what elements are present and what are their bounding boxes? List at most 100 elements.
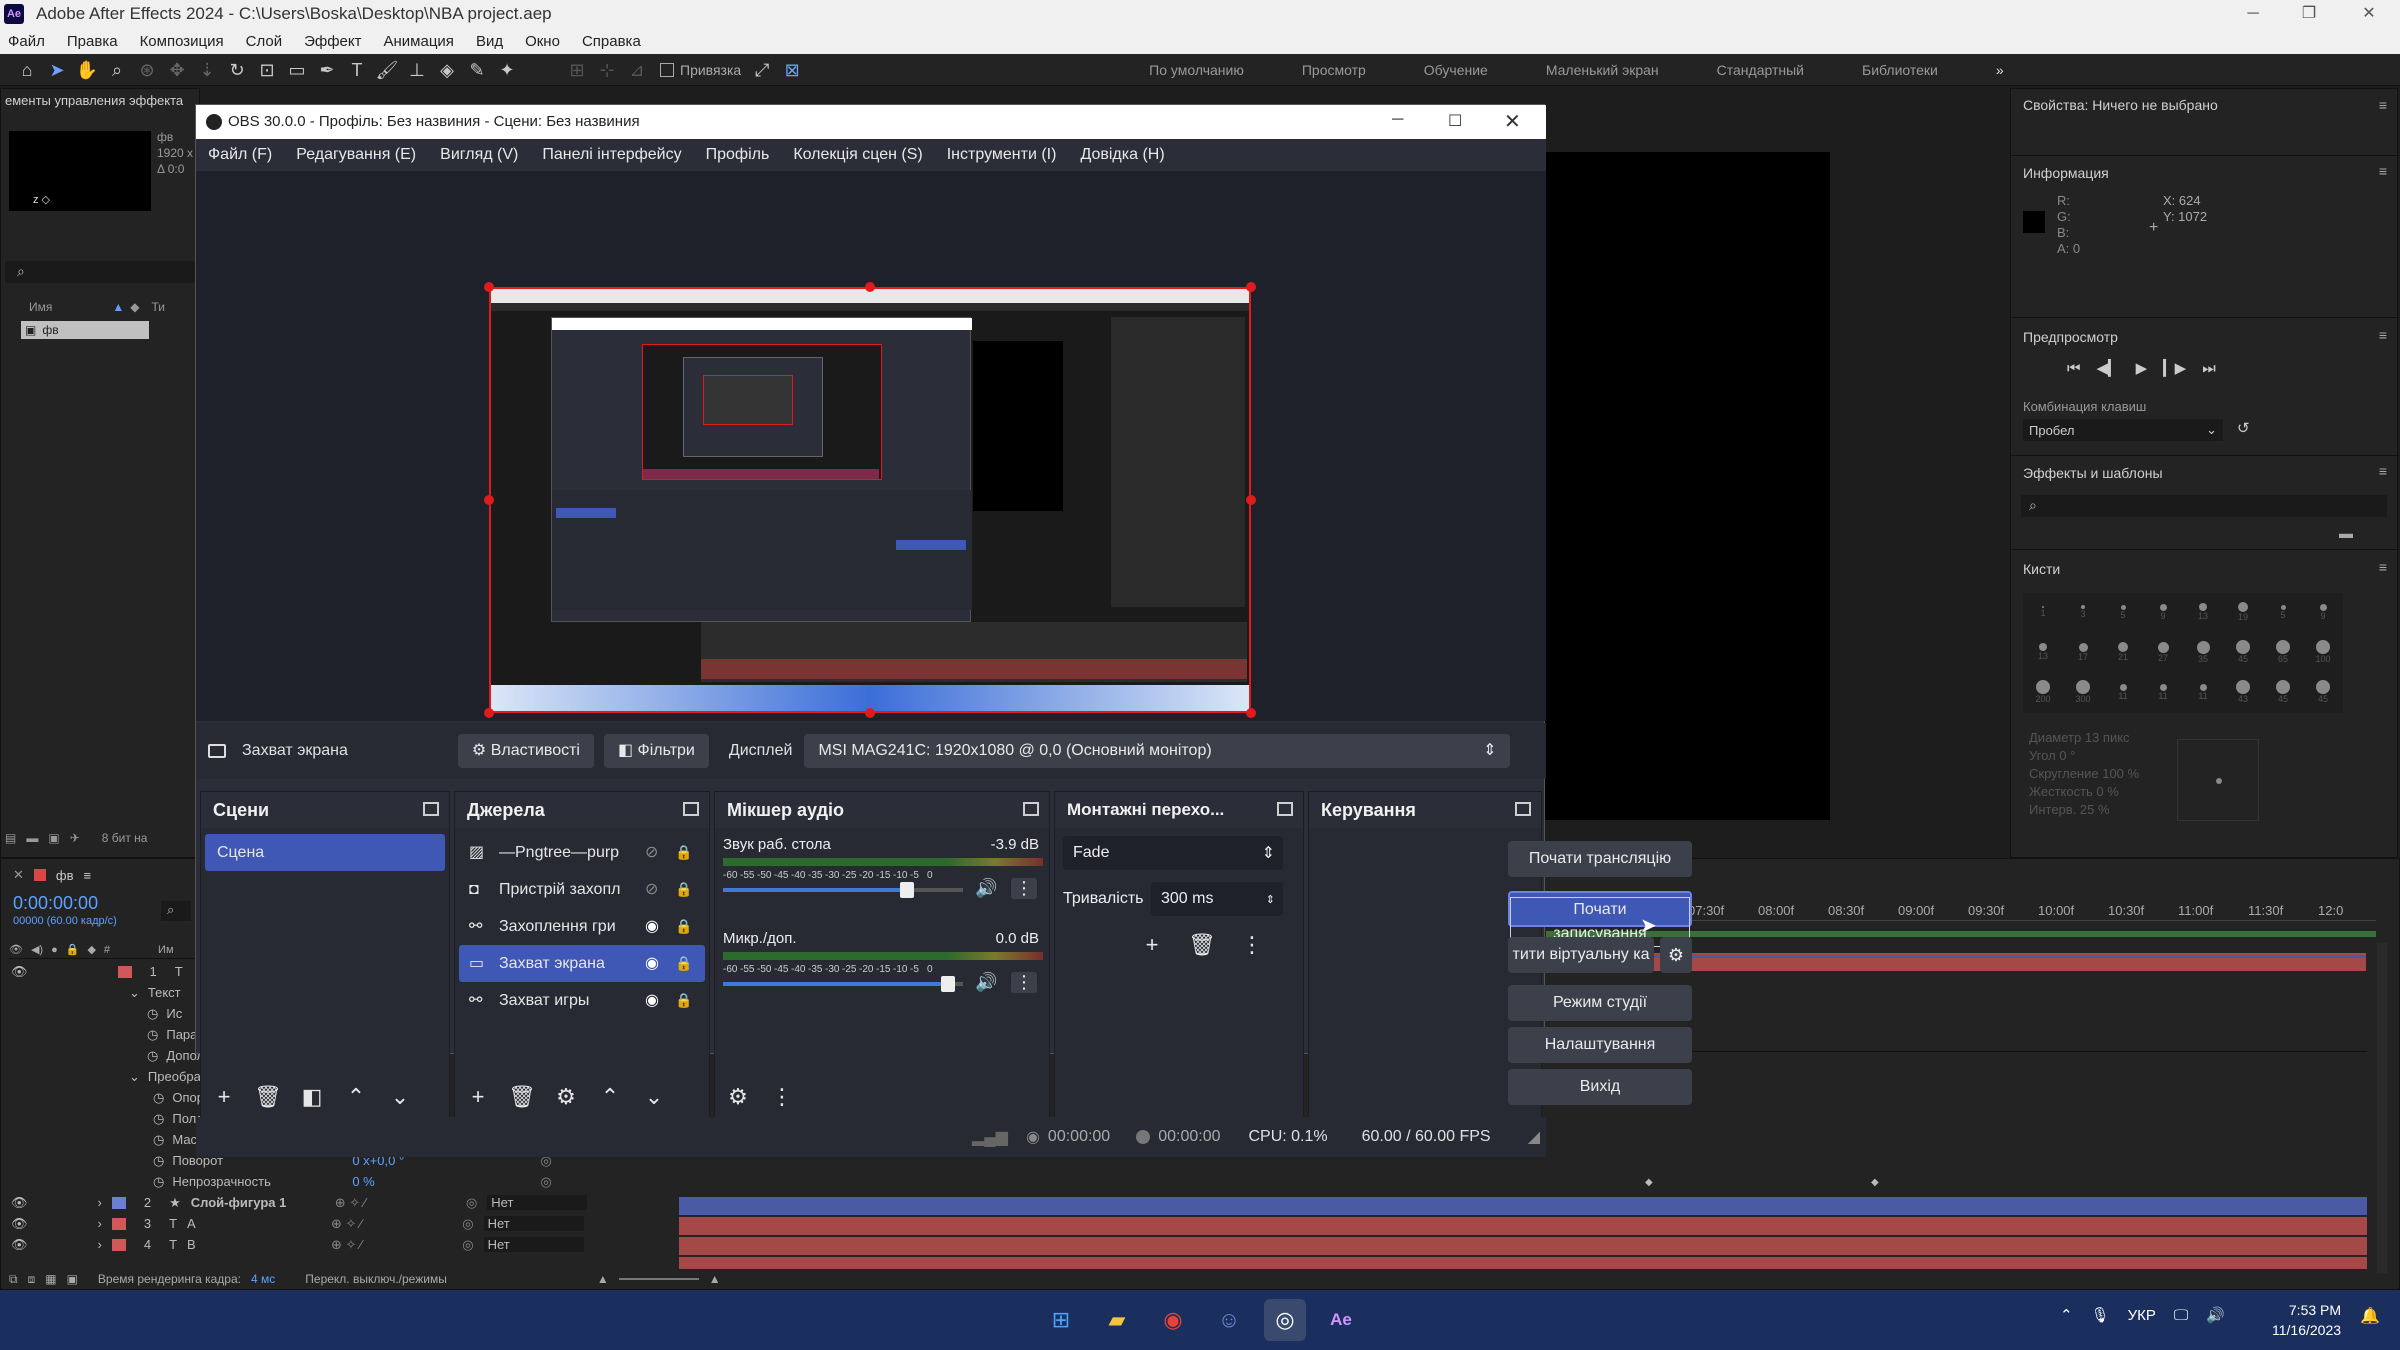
parent-pickwhip-icon[interactable]: ◎	[462, 1237, 473, 1253]
render-icon[interactable]: ✈	[70, 831, 80, 845]
menu-edit[interactable]: Правка	[67, 33, 118, 50]
source-item[interactable]: ▨ —Pngtree—purp ⊘ 🔒	[459, 834, 705, 871]
clock[interactable]: 7:53 PM 11/16/2023	[2272, 1300, 2341, 1340]
project-item[interactable]: ▣ фв	[21, 321, 149, 339]
parent-select[interactable]: Нет	[483, 1216, 584, 1231]
volume-slider-handle[interactable]	[900, 882, 915, 898]
source-item[interactable]: ⚯ Захват игры ◉ 🔒	[459, 982, 705, 1019]
keyframe-icon[interactable]: ◆	[1645, 1177, 1653, 1188]
bit-depth[interactable]: 8 бит на	[102, 831, 148, 845]
brushes-menu-icon[interactable]: ≡	[2379, 559, 2387, 575]
label-color[interactable]	[111, 1238, 126, 1251]
discord-icon[interactable]: ☺	[1208, 1299, 1250, 1341]
layer-row[interactable]: 👁 › 4 T B ⊕ ✧ ∕ ◎ Нет	[1, 1234, 681, 1255]
label-color[interactable]	[117, 965, 132, 978]
eraser-tool-icon[interactable]: ◈	[434, 57, 460, 83]
brush-preset[interactable]: 11	[2103, 673, 2143, 713]
brush-preset[interactable]: 45	[2263, 673, 2303, 713]
layer-5-track[interactable]	[679, 1257, 2367, 1269]
stopwatch-icon[interactable]: ◷	[147, 1006, 158, 1022]
parent-select[interactable]: Нет	[483, 1237, 584, 1252]
menu-animation[interactable]: Анимация	[384, 33, 454, 50]
brush-preset[interactable]: 13	[2023, 633, 2063, 673]
source-item[interactable]: ⚯ Захоплення гри ◉ 🔒	[459, 908, 705, 945]
first-frame-icon[interactable]: ⏮	[2067, 360, 2081, 377]
obs-menu-edit[interactable]: Редагування (E)	[294, 142, 418, 168]
resize-handle[interactable]	[1246, 708, 1256, 718]
workspace-standard[interactable]: Стандартный	[1717, 62, 1804, 78]
move-up-icon[interactable]: ⌃	[593, 1080, 627, 1114]
start-icon[interactable]: ⊞	[1040, 1299, 1082, 1341]
move-up-icon[interactable]: ⌃	[339, 1080, 373, 1114]
obs-menu-tools[interactable]: Інструменти (I)	[945, 142, 1059, 168]
brush-preset[interactable]: 11	[2143, 673, 2183, 713]
settings-button[interactable]: Налаштування	[1508, 1027, 1692, 1063]
layer-3-track[interactable]	[679, 1217, 2367, 1235]
parent-pickwhip-icon[interactable]: ◎	[462, 1216, 473, 1232]
comp-tab[interactable]: ✕ фв ≡	[13, 867, 91, 883]
menu-composition[interactable]: Композиция	[140, 33, 224, 50]
workspace-review[interactable]: Просмотр	[1302, 62, 1366, 78]
menu-window[interactable]: Окно	[525, 33, 560, 50]
brush-preset[interactable]: 19	[2223, 593, 2263, 633]
volume-icon[interactable]: 🔊	[2206, 1306, 2225, 1324]
parent-pickwhip-icon[interactable]: ◎	[466, 1195, 477, 1211]
menu-effect[interactable]: Эффект	[304, 33, 361, 50]
snap-grid-icon[interactable]: ⊠	[779, 57, 805, 83]
chrome-icon[interactable]: ◉	[1152, 1299, 1194, 1341]
layer-row[interactable]: 👁 › 3 T A ⊕ ✧ ∕ ◎ Нет	[1, 1213, 681, 1234]
layer-name[interactable]: A	[187, 1216, 317, 1231]
lock-icon[interactable]: 🔒	[675, 834, 692, 871]
obs-preview[interactable]	[196, 171, 1546, 721]
workspace-learn[interactable]: Обучение	[1424, 62, 1488, 78]
close-icon[interactable]: ✕	[2346, 0, 2392, 28]
selection-tool-icon[interactable]: ➤	[44, 57, 70, 83]
brush-preset[interactable]: 5	[2103, 593, 2143, 633]
zoom-in-icon[interactable]: ▲	[709, 1272, 721, 1286]
disclosure-icon[interactable]: ⌄	[129, 985, 140, 1001]
undock-icon[interactable]	[1515, 802, 1531, 816]
roto-tool-icon[interactable]: ✎	[464, 57, 490, 83]
tray-overflow-icon[interactable]: ⌃	[2060, 1306, 2073, 1324]
source-item[interactable]: ▭ Захват экрана ◉ 🔒	[459, 945, 705, 982]
stopwatch-icon[interactable]: ◷	[153, 1090, 164, 1106]
resize-handle[interactable]	[865, 708, 875, 718]
obs-menu-docks[interactable]: Панелі інтерфейсу	[540, 142, 683, 168]
eye-icon[interactable]: ◉	[645, 908, 659, 945]
minimize-icon[interactable]: ─	[2230, 0, 2276, 28]
brush-preset[interactable]: 100	[2303, 633, 2343, 673]
new-folder-icon[interactable]: ▬	[26, 831, 38, 845]
volume-slider[interactable]	[723, 882, 963, 898]
channel-menu-icon[interactable]: ⋮	[1011, 972, 1037, 993]
preview-menu-icon[interactable]: ≡	[2379, 327, 2387, 343]
new-preset-icon[interactable]: ▬	[2339, 525, 2353, 541]
eye-icon[interactable]: ◉	[645, 945, 659, 982]
stopwatch-icon[interactable]: ◷	[147, 1027, 158, 1043]
new-comp-icon[interactable]: ▣	[48, 831, 59, 845]
solo-icon[interactable]: ●	[51, 944, 58, 956]
filters-button[interactable]: ◧ Фільтри	[603, 734, 709, 768]
speaker-icon[interactable]: 🔊	[975, 878, 997, 899]
start-recording-button[interactable]: Почати записування	[1508, 891, 1692, 947]
resize-handle[interactable]	[1246, 495, 1256, 505]
zoom-slider[interactable]	[618, 1278, 699, 1280]
undock-icon[interactable]	[1023, 802, 1039, 816]
lock-icon[interactable]: 🔒	[66, 943, 80, 956]
stopwatch-icon[interactable]: ◷	[147, 1048, 158, 1064]
exit-button[interactable]: Вихід	[1508, 1069, 1692, 1105]
network-icon[interactable]: 🖵	[2174, 1307, 2188, 1324]
brush-preset[interactable]: 45	[2303, 673, 2343, 713]
menu-file[interactable]: Файл	[8, 33, 45, 50]
remove-transition-icon[interactable]: 🗑	[1185, 928, 1219, 962]
display-select[interactable]: MSI MAG241C: 1920x1080 @ 0,0 (Основний м…	[804, 734, 1511, 768]
interpret-icon[interactable]: ▤	[5, 831, 16, 845]
info-menu-icon[interactable]: ≡	[2379, 163, 2387, 179]
disclosure-icon[interactable]: ›	[98, 1237, 102, 1252]
layer-2-track[interactable]	[679, 1197, 2367, 1215]
advanced-audio-icon[interactable]: ⚙	[721, 1080, 755, 1114]
transform-value[interactable]: 0 %	[352, 1174, 540, 1189]
brush-preset[interactable]: 35	[2183, 633, 2223, 673]
shy-icon[interactable]: ⊕ ✧ ∕	[335, 1195, 366, 1211]
resize-grip-icon[interactable]: ◢	[1528, 1127, 1540, 1147]
brush-preset[interactable]: 300	[2063, 673, 2103, 713]
